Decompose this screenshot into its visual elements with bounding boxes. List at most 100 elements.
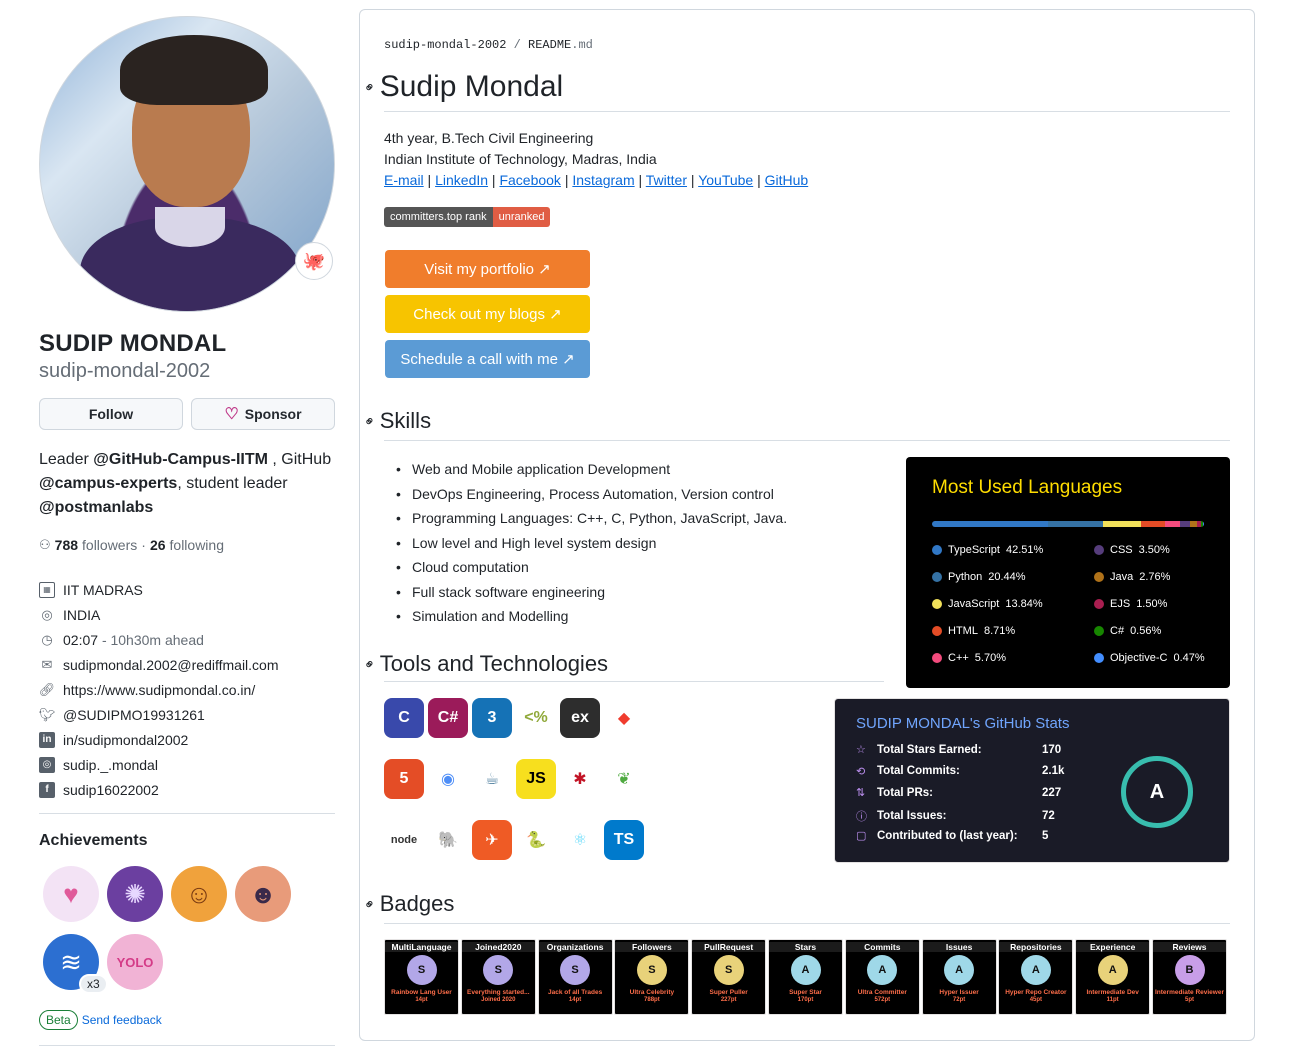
express-icon[interactable]: ex (560, 698, 600, 738)
trophy-badge[interactable]: MultiLanguage S Rainbow Lang User 14pt (384, 939, 459, 1015)
location-icon: ◎ (41, 606, 53, 622)
heading-rule (384, 681, 884, 682)
trophy-cup-icon: S (406, 955, 437, 985)
cta-button[interactable]: Visit my portfolio ↗ (385, 250, 590, 288)
jest-icon[interactable]: ✱ (560, 759, 600, 799)
language-bar-segment (1103, 521, 1141, 527)
heading-rule (384, 440, 1230, 441)
cta-button[interactable]: Check out my blogs ↗ (385, 295, 590, 333)
trophy-badge[interactable]: Followers S Ultra Celebrity 788pt (614, 939, 690, 1015)
social-link-linkedin[interactable]: LinkedIn (435, 172, 488, 188)
trophy-badge[interactable]: Repositories A Hyper Repo Creator 45pt (998, 939, 1074, 1015)
linkedin-link[interactable]: in/sudipmondal2002 (63, 732, 188, 748)
shark-badge[interactable]: ≋ x3 (43, 934, 108, 994)
readme-title-text: Sudip Mondal (379, 70, 564, 103)
mongodb-icon[interactable]: ❦ (604, 759, 644, 799)
stats-row: ⇅ Total PRs: 227 (856, 786, 1061, 800)
anchor-link-icon[interactable]: ⚭ (360, 654, 380, 674)
profile-actions: Follow ♡ Sponsor (39, 398, 335, 430)
achievements-heading[interactable]: Achievements (39, 832, 148, 850)
profile-username: sudip-mondal-2002 (39, 360, 211, 382)
quickdraw-badge[interactable]: ☻ (235, 866, 291, 922)
bio-org-link[interactable]: @GitHub-Campus-IITM (93, 451, 268, 468)
python-icon[interactable]: 🐍 (516, 820, 556, 860)
website-link[interactable]: https://www.sudipmondal.co.in/ (63, 682, 255, 698)
follow-button[interactable]: Follow (39, 398, 183, 430)
trophy-cup-icon: A (867, 955, 898, 985)
anchor-link-icon[interactable]: ⚭ (360, 894, 380, 914)
trophy-badge[interactable]: Commits A Ultra Committer 572pt (844, 939, 920, 1015)
stats-row: ⓘ Total Issues: 72 (856, 808, 1055, 824)
typescript-icon[interactable]: TS (604, 820, 644, 860)
profile-bio: Leader @GitHub-Campus-IITM , GitHub @cam… (39, 448, 335, 520)
social-link-youtube[interactable]: YouTube (698, 172, 753, 188)
postgresql-icon[interactable]: 🐘 (428, 820, 468, 860)
sponsor-button[interactable]: ♡ Sponsor (191, 398, 335, 430)
detail-linkedin: in in/sudipmondal2002 (39, 727, 279, 752)
language-bar-segment (1047, 521, 1104, 527)
most-used-languages-card: Most Used Languages TypeScript 42.51% CSS 3… (906, 457, 1230, 688)
followers-count[interactable]: 788 (55, 537, 78, 553)
social-link-instagram[interactable]: Instagram (572, 172, 634, 188)
yolo-badge[interactable]: YOLO (107, 934, 163, 990)
breadcrumb-repo[interactable]: sudip-mondal-2002 (384, 38, 506, 52)
nodejs-icon[interactable]: node (384, 820, 424, 860)
detail-org: ▦ IIT MADRAS (39, 577, 279, 602)
heart-on-sleeve-badge[interactable]: ♥ (43, 866, 99, 922)
follow-separator: · (141, 537, 146, 553)
csharp-icon[interactable]: C# (428, 698, 468, 738)
facebook-link[interactable]: sudip16022002 (63, 782, 159, 798)
trophy-badge[interactable]: Issues A Hyper Issuer 72pt (921, 939, 997, 1015)
bio-org-link[interactable]: @postmanlabs (39, 499, 153, 516)
galaxy-brain-badge[interactable]: ✺ (107, 866, 163, 922)
language-percent: 5.70% (974, 651, 1006, 664)
git-icon[interactable]: ◆ (604, 698, 644, 738)
status-emoji-icon[interactable]: 🐙 (295, 242, 333, 280)
anchor-link-icon[interactable]: ⚭ (360, 411, 380, 431)
skills-heading-text: Skills (379, 408, 432, 433)
java-icon[interactable]: ☕ (472, 759, 512, 799)
trophy-points: Joined 2020 (481, 997, 516, 1003)
followers-label[interactable]: followers (82, 537, 137, 553)
c-icon[interactable]: C (384, 698, 424, 738)
pull-shark-badge[interactable]: ☺ (171, 866, 227, 922)
social-link-twitter[interactable]: Twitter (646, 172, 687, 188)
trophy-badge[interactable]: Experience A Intermediate Dev 11pt (1075, 939, 1151, 1015)
ejs-icon[interactable]: <% (516, 698, 556, 738)
heading-rule (384, 923, 1230, 924)
breadcrumb-file[interactable]: README (528, 38, 571, 52)
trophy-points: 227pt (720, 997, 737, 1003)
following-label[interactable]: following (170, 537, 224, 553)
clock-icon: ◷ (41, 631, 53, 647)
html5-icon[interactable]: 5 (384, 759, 424, 799)
javascript-icon[interactable]: JS (516, 759, 556, 799)
trophy-badge[interactable]: Reviews B Intermediate Reviewer 5pt (1152, 939, 1227, 1015)
trophy-subtitle: Hyper Issuer (939, 989, 979, 996)
twitter-icon: 🐦︎ (38, 706, 56, 722)
link-separator: | (687, 172, 699, 188)
trophy-badge[interactable]: Organizations S Jack of all Trades 14pt (537, 939, 613, 1015)
social-link-facebook[interactable]: Facebook (499, 172, 560, 188)
css3-icon[interactable]: 3 (472, 698, 512, 738)
anchor-link-icon[interactable]: ⚭ (360, 77, 380, 97)
instagram-link[interactable]: sudip._.mondal (63, 757, 158, 773)
social-link-email[interactable]: E-mail (384, 172, 424, 188)
cta-button[interactable]: Schedule a call with me ↗ (385, 340, 590, 378)
trophy-badge[interactable]: Stars A Super Star 170pt (768, 939, 843, 1015)
send-feedback-link[interactable]: Send feedback (82, 1013, 162, 1027)
trophy-badge[interactable]: Joined2020 S Everything started... Joined 2… (460, 939, 536, 1015)
location-text: INDIA (63, 606, 101, 623)
react-icon[interactable]: ⚛ (560, 820, 600, 860)
avatar[interactable] (39, 16, 335, 312)
following-count[interactable]: 26 (150, 537, 166, 553)
social-link-github[interactable]: GitHub (765, 172, 809, 188)
trophy-badge[interactable]: PullRequest S Super Puller 227pt (691, 939, 767, 1015)
github-stats-card: SUDIP MONDAL's GitHub Stats ☆ Total Stars… (834, 698, 1230, 863)
committers-rank-badge[interactable]: committers.top rank unranked (384, 207, 551, 227)
trophy-subtitle: Super Star (789, 989, 822, 996)
postman-icon[interactable]: ✈ (472, 820, 512, 860)
email-link[interactable]: sudipmondal.2002@rediffmail.com (63, 657, 279, 673)
ionic-icon[interactable]: ◉ (428, 759, 468, 799)
bio-org-link[interactable]: @campus-experts (39, 475, 177, 492)
twitter-link[interactable]: @SUDIPMO19931261 (63, 707, 205, 723)
